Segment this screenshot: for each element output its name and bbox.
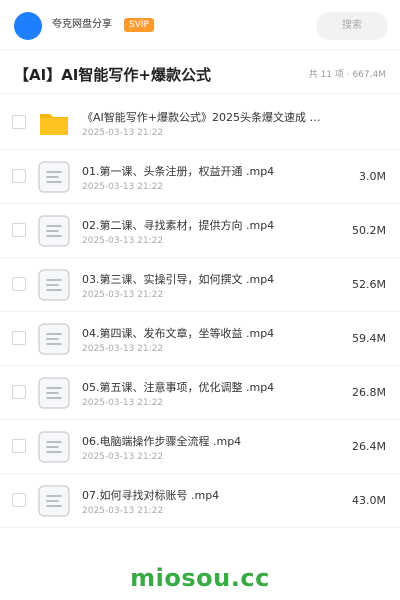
file-row[interactable]: 《AI智能写作+爆款公式》2025头条爆文速成 轻… 2025-03-13 21:… [0, 96, 400, 150]
file-size: 52.6M [352, 278, 386, 291]
file-name[interactable]: 01.第一课、头条注册，权益开通 .mp4 [82, 165, 322, 179]
file-name[interactable]: 07.如何寻找对标账号 .mp4 [82, 489, 322, 503]
file-size: 59.4M [352, 332, 386, 345]
file-date: 2025-03-13 21:22 [82, 452, 164, 462]
file-row[interactable]: 02.第二课、寻找素材，提供方向 .mp4 2025-03-13 21:22 50.… [0, 204, 400, 258]
file-name[interactable]: 02.第二课、寻找素材，提供方向 .mp4 [82, 219, 322, 233]
file-name[interactable]: 03.第三课、实操引导，如何撰文 .mp4 [82, 273, 322, 287]
file-name[interactable]: 05.第五课、注意事项，优化调整 .mp4 [82, 381, 322, 395]
video-file-icon [38, 161, 70, 193]
file-row[interactable]: 04.第四课、发布文章，坐等收益 .mp4 2025-03-13 21:22 59.… [0, 312, 400, 366]
file-name[interactable]: 《AI智能写作+爆款公式》2025头条爆文速成 轻… [82, 111, 322, 125]
search-input[interactable]: 搜索 [316, 12, 388, 40]
file-row[interactable]: 03.第三课、实操引导，如何撰文 .mp4 2025-03-13 21:22 52.… [0, 258, 400, 312]
sharer-name: 夸克网盘分享 [52, 19, 112, 30]
file-date: 2025-03-13 21:22 [82, 236, 164, 246]
select-checkbox[interactable] [12, 223, 26, 237]
select-checkbox[interactable] [12, 385, 26, 399]
file-list: 《AI智能写作+爆款公式》2025头条爆文速成 轻… 2025-03-13 21:… [0, 96, 400, 528]
select-checkbox[interactable] [12, 277, 26, 291]
file-size: 26.4M [352, 440, 386, 453]
select-checkbox[interactable] [12, 169, 26, 183]
video-file-icon [38, 323, 70, 355]
file-date: 2025-03-13 21:22 [82, 182, 164, 192]
watermark: miosou.cc [130, 564, 270, 592]
video-file-icon [38, 215, 70, 247]
file-date: 2025-03-13 21:22 [82, 398, 164, 408]
video-file-icon [38, 485, 70, 517]
file-size: 50.2M [352, 224, 386, 237]
file-size: 26.8M [352, 386, 386, 399]
video-file-icon [38, 431, 70, 463]
file-date: 2025-03-13 21:22 [82, 344, 164, 354]
select-checkbox[interactable] [12, 115, 26, 129]
file-row[interactable]: 05.第五课、注意事项，优化调整 .mp4 2025-03-13 21:22 26.… [0, 366, 400, 420]
folder-header: 【AI】AI智能写作+爆款公式 共 11 项 · 667.4M [0, 56, 400, 94]
file-date: 2025-03-13 21:22 [82, 506, 164, 516]
video-file-icon [38, 377, 70, 409]
file-size: 3.0M [359, 170, 386, 183]
page-title: 【AI】AI智能写作+爆款公式 [14, 66, 211, 84]
select-checkbox[interactable] [12, 493, 26, 507]
file-size: 43.0M [352, 494, 386, 507]
video-file-icon [38, 269, 70, 301]
select-checkbox[interactable] [12, 439, 26, 453]
file-date: 2025-03-13 21:22 [82, 290, 164, 300]
file-row[interactable]: 07.如何寻找对标账号 .mp4 2025-03-13 21:22 43.0M [0, 474, 400, 528]
folder-summary: 共 11 项 · 667.4M [308, 70, 386, 80]
select-checkbox[interactable] [12, 331, 26, 345]
file-row[interactable]: 01.第一课、头条注册，权益开通 .mp4 2025-03-13 21:22 3.0… [0, 150, 400, 204]
folder-icon [38, 107, 70, 139]
file-row[interactable]: 06.电脑端操作步骤全流程 .mp4 2025-03-13 21:22 26.4M [0, 420, 400, 474]
file-date: 2025-03-13 21:22 [82, 128, 164, 138]
avatar[interactable] [14, 12, 42, 40]
file-name[interactable]: 04.第四课、发布文章，坐等收益 .mp4 [82, 327, 322, 341]
svip-badge: SVIP [124, 18, 154, 32]
file-name[interactable]: 06.电脑端操作步骤全流程 .mp4 [82, 435, 322, 449]
app-header: 夸克网盘分享 SVIP 搜索 [0, 0, 400, 50]
